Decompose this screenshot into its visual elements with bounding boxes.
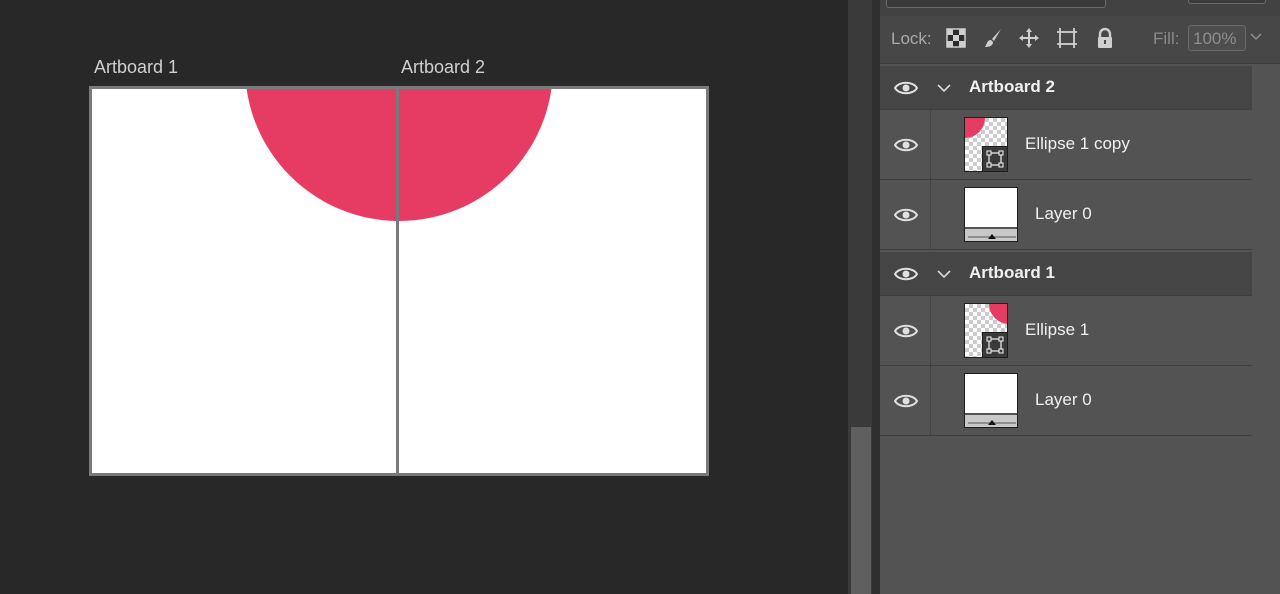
- layer-thumbnail: [964, 187, 1018, 242]
- visibility-eye-icon[interactable]: [894, 323, 918, 339]
- panel-top-controls: [880, 0, 1280, 16]
- layer-group-artboard-2[interactable]: Artboard 2: [880, 66, 1252, 110]
- layer-name: Ellipse 1 copy: [1025, 134, 1130, 153]
- row-divider: [930, 110, 931, 179]
- panel-divider: [872, 0, 880, 594]
- layer-row-layer-0[interactable]: Layer 0: [880, 366, 1252, 436]
- artboard-2-title[interactable]: Artboard 2: [401, 57, 485, 78]
- lock-bar: Lock: Fill: 100%: [880, 16, 1280, 64]
- visibility-eye-icon[interactable]: [894, 266, 918, 282]
- visibility-eye-icon[interactable]: [894, 80, 918, 96]
- layer-name: Ellipse 1: [1025, 320, 1090, 339]
- chevron-down-icon[interactable]: [936, 267, 952, 281]
- lock-position-icon[interactable]: [1017, 26, 1041, 50]
- artboard-1[interactable]: [89, 86, 399, 476]
- layer-name: Layer 0: [1035, 204, 1092, 223]
- ellipse-1-shape[interactable]: [92, 89, 399, 476]
- lock-image-pixels-icon[interactable]: [981, 26, 1005, 50]
- lock-all-icon[interactable]: [1093, 26, 1117, 50]
- layer-name: Layer 0: [1035, 390, 1092, 409]
- group-name: Artboard 2: [969, 77, 1055, 96]
- layer-row-layer-0[interactable]: Layer 0: [880, 180, 1252, 250]
- shape-layer-badge-icon: [982, 146, 1007, 171]
- fill-label: Fill:: [1153, 29, 1180, 48]
- fill-dropdown-chevron-icon[interactable]: [1249, 32, 1263, 42]
- fill-input[interactable]: 100%: [1188, 25, 1246, 51]
- layer-thumbnail: [964, 373, 1018, 428]
- row-divider: [930, 180, 931, 249]
- scrollbar-thumb[interactable]: [851, 427, 871, 594]
- shape-layer-badge-icon: [982, 332, 1007, 357]
- artboard-1-title[interactable]: Artboard 1: [94, 57, 178, 78]
- row-divider: [930, 366, 931, 435]
- layer-row-ellipse-1-copy[interactable]: Ellipse 1 copy: [880, 110, 1252, 180]
- layer-row-ellipse-1[interactable]: Ellipse 1: [880, 296, 1252, 366]
- group-name: Artboard 1: [969, 263, 1055, 282]
- row-divider: [930, 296, 931, 365]
- artboard-2[interactable]: [396, 86, 709, 476]
- visibility-eye-icon[interactable]: [894, 137, 918, 153]
- ellipse-1-copy-shape[interactable]: [399, 89, 709, 476]
- layer-group-artboard-1[interactable]: Artboard 1: [880, 252, 1252, 296]
- document-canvas[interactable]: Artboard 1 Artboard 2: [0, 0, 848, 594]
- layer-thumbnail: [964, 303, 1008, 358]
- blend-mode-dropdown[interactable]: [886, 0, 1106, 8]
- visibility-eye-icon[interactable]: [894, 393, 918, 409]
- visibility-eye-icon[interactable]: [894, 207, 918, 223]
- opacity-field[interactable]: [1188, 0, 1266, 4]
- chevron-down-icon[interactable]: [936, 81, 952, 95]
- artboard-thumbnail-strip: [965, 413, 1017, 427]
- lock-transparent-pixels-icon[interactable]: [944, 26, 968, 50]
- artboard-thumbnail-strip: [965, 227, 1017, 241]
- layers-panel: Lock: Fill: 100% Artboard 2 Ellipse 1 co…: [880, 0, 1280, 594]
- lock-artboard-icon[interactable]: [1055, 26, 1079, 50]
- lock-label: Lock:: [891, 29, 932, 48]
- layer-thumbnail: [964, 117, 1008, 172]
